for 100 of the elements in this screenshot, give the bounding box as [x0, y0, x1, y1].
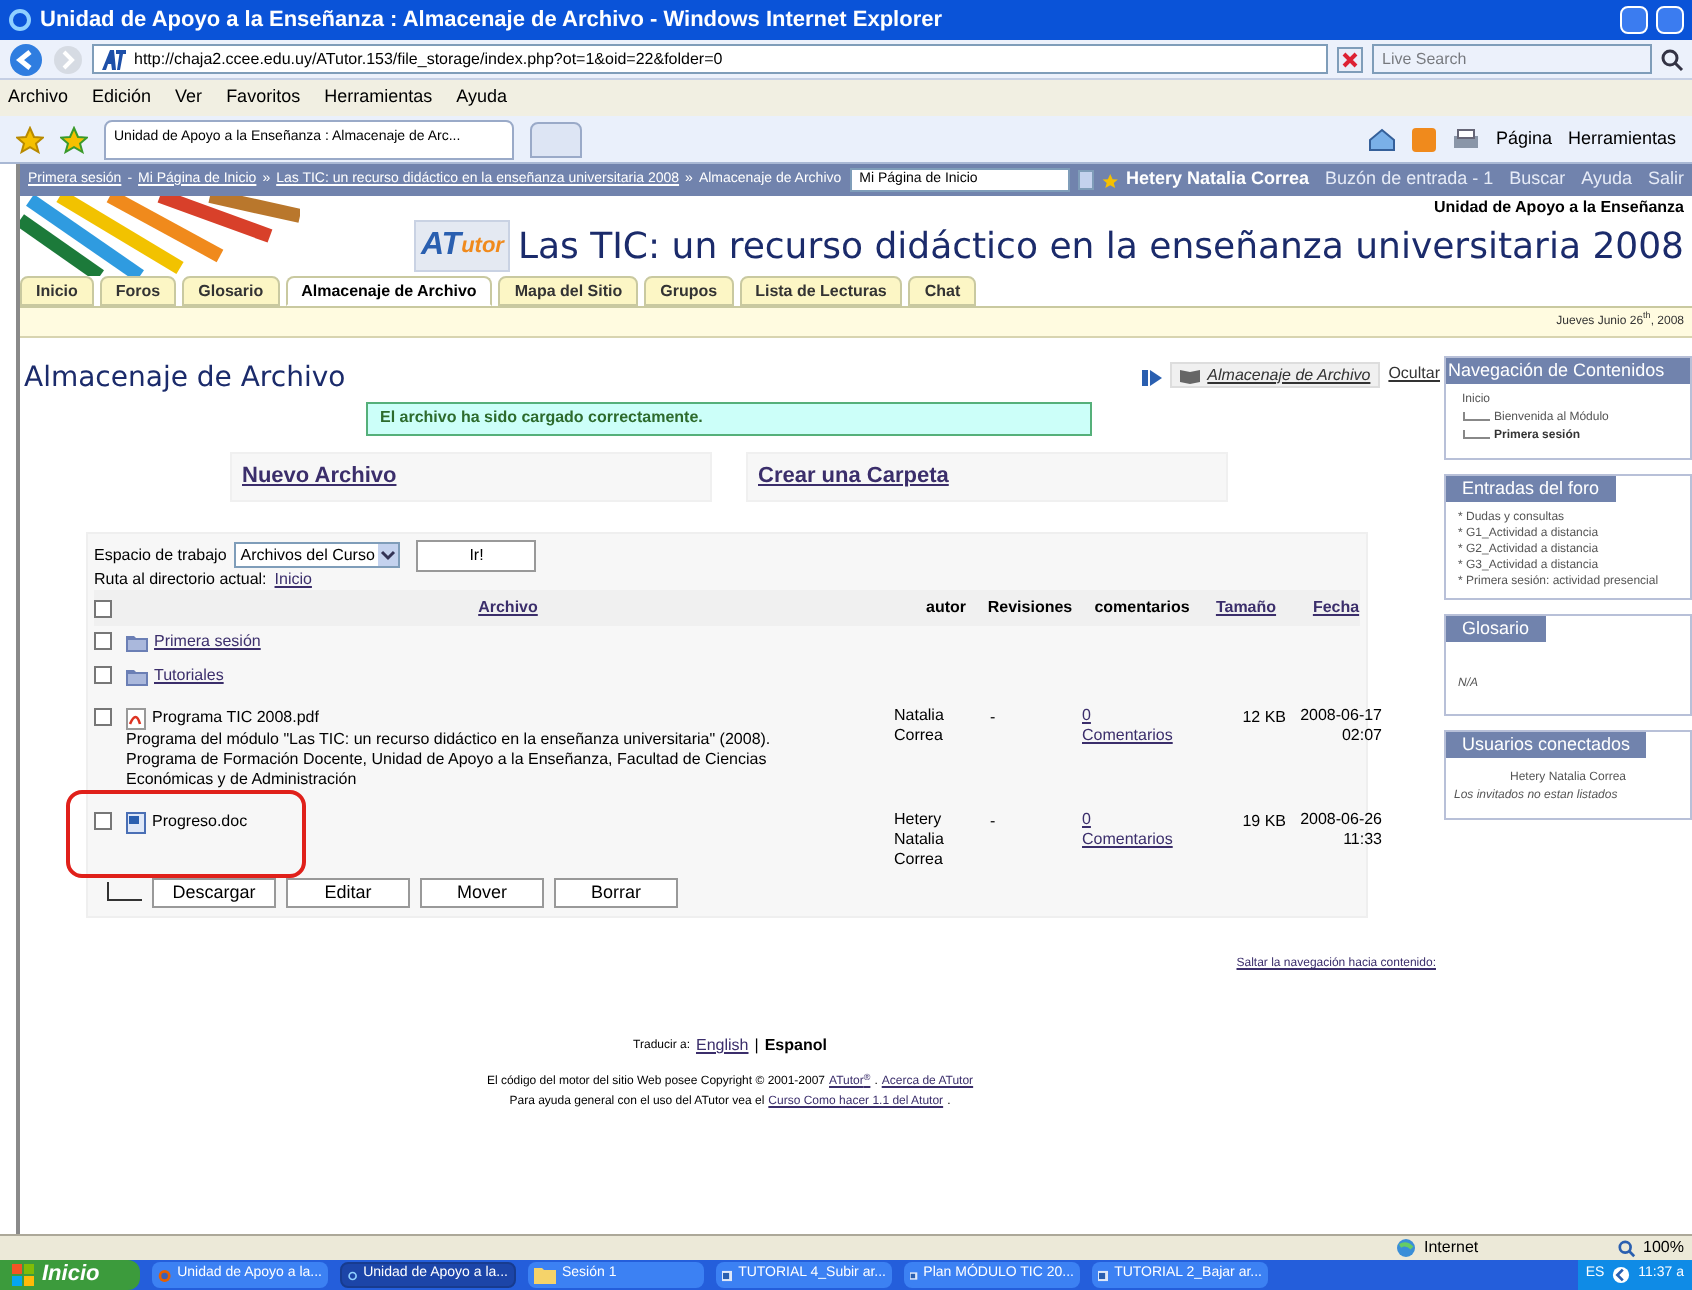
stop-icon: [1336, 45, 1364, 73]
column-sort-link[interactable]: Fecha: [1290, 596, 1382, 620]
nav-tab[interactable]: Foros: [99, 276, 177, 306]
forward-icon: [52, 43, 84, 75]
start-button[interactable]: Inicio: [0, 1260, 140, 1290]
printer-icon: [1451, 127, 1480, 151]
column-sort-link[interactable]: Archivo: [126, 596, 890, 620]
menu-item[interactable]: Edición: [92, 84, 152, 112]
file-name: Programa TIC 2008.pdf: [152, 706, 319, 730]
nav-tab[interactable]: Grupos: [644, 276, 734, 306]
windows-logo-icon: [12, 1264, 34, 1286]
language-link[interactable]: English: [696, 1034, 749, 1058]
row-checkbox[interactable]: [94, 812, 112, 830]
comments-link[interactable]: 0 Comentarios: [1082, 702, 1202, 746]
nav-tab[interactable]: Almacenaje de Archivo: [285, 276, 493, 306]
path-label: Ruta al directorio actual:: [94, 567, 267, 591]
folder-icon: [534, 1266, 556, 1284]
menu-item[interactable]: Ver: [175, 84, 203, 112]
path-link[interactable]: Inicio: [274, 567, 312, 591]
action-button[interactable]: Borrar: [554, 877, 678, 907]
tool-link[interactable]: Almacenaje de Archivo: [1207, 363, 1371, 387]
document-icon: [1098, 1265, 1109, 1285]
success-message: El archivo ha sido cargado correctamente.: [366, 401, 1092, 435]
back-icon: [8, 41, 44, 77]
row-checkbox[interactable]: [94, 708, 112, 726]
folder-link[interactable]: Primera sesión: [154, 630, 261, 654]
add-favorite-icon: [60, 125, 88, 153]
revisions-text: -: [988, 706, 998, 730]
toolbar-button[interactable]: Página: [1495, 125, 1552, 153]
tree-branch-icon: [1462, 430, 1490, 444]
action-button[interactable]: Mover: [420, 877, 544, 907]
user-name: Hetery Natalia Correa: [1126, 166, 1310, 193]
column-header: autor: [924, 596, 968, 620]
address-field[interactable]: http://chaja2.ccee.edu.uy/ATutor.153/file_storage/index.php?ot=1&oid=22&folder=0: [92, 44, 1328, 74]
institution-name: Unidad de Apoyo a la Enseñanza: [1433, 196, 1684, 220]
atutor-logo: ATutor: [414, 220, 510, 272]
size-text: 19 KB: [1240, 810, 1286, 834]
box-title: Entradas del foro: [1446, 476, 1616, 502]
column-header: comentarios: [1092, 596, 1192, 620]
pdf-file-icon: [126, 707, 146, 729]
nav-tab[interactable]: Mapa del Sitio: [498, 276, 639, 306]
menu-item[interactable]: Ayuda: [456, 84, 507, 112]
document-icon: [722, 1265, 733, 1285]
user-star-icon: [1101, 171, 1118, 189]
date-cell-text: 2008-06-17 02:07: [1298, 704, 1382, 746]
toolbar-button[interactable]: Herramientas: [1567, 125, 1676, 153]
expand-icon: [1141, 370, 1162, 386]
comments-link[interactable]: 0 Comentarios: [1082, 806, 1202, 850]
collapse-tray-icon: [1612, 1266, 1631, 1284]
row-checkbox[interactable]: [94, 666, 112, 684]
file-name: Progreso.doc: [152, 810, 248, 834]
globe-fox-icon: [158, 1265, 172, 1285]
book-icon: [1179, 367, 1200, 383]
date-cell-text: 2008-06-26 11:33: [1298, 808, 1382, 850]
box-title: Glosario: [1446, 616, 1546, 642]
language-separator: |: [754, 1034, 759, 1058]
tree-branch-icon: [1462, 412, 1490, 426]
column-header: Revisiones: [985, 596, 1075, 620]
menu-item[interactable]: Herramientas: [324, 84, 433, 112]
site-icon: [102, 49, 126, 69]
nav-tab[interactable]: Inicio: [20, 276, 94, 306]
zoom-level[interactable]: 100%: [1643, 1236, 1684, 1260]
menu-item[interactable]: Favoritos: [226, 84, 301, 112]
row-checkbox[interactable]: [94, 632, 112, 650]
search-field[interactable]: Live Search: [1372, 44, 1652, 74]
hide-link[interactable]: Ocultar: [1388, 362, 1440, 386]
author-text: Hetery Natalia Correa: [894, 810, 946, 870]
action-link[interactable]: Crear una Carpeta: [758, 459, 949, 493]
favorites-star-icon: [16, 125, 44, 153]
select-all-checkbox[interactable]: [94, 599, 112, 617]
page-heading: Almacenaje de Archivo: [24, 360, 348, 398]
zone-text: Internet: [1424, 1236, 1481, 1260]
workspace-select[interactable]: Archivos del Curso: [234, 542, 401, 568]
go-button[interactable]: Ir!: [416, 539, 537, 571]
nav-tab[interactable]: Chat: [908, 276, 977, 306]
course-title: Las TIC: un recurso didáctico en la enseñanza universitaria 2008: [517, 224, 1684, 272]
file-description: Programa del módulo "Las TIC: un recurso didáctico en la enseñanza universitaria" (2008). Programa de Formación Docente, Unidad de Apoyo a la Enseñanza, Facultad de Ciencias Económicas y de Administración: [126, 730, 773, 790]
address-text: http://chaja2.ccee.edu.uy/ATutor.153/file_storage/index.php?ot=1&oid=22&folder=0: [134, 47, 723, 71]
action-button[interactable]: Editar: [286, 877, 410, 907]
folder-icon: [126, 633, 148, 651]
author-text: Natalia Correa: [894, 706, 946, 746]
box-title: Navegación de Contenidos: [1446, 358, 1690, 384]
dropdown-arrow-icon: [378, 544, 399, 566]
size-text: 12 KB: [1240, 706, 1286, 730]
minimize-button[interactable]: [1620, 6, 1648, 34]
folder-icon: [126, 667, 148, 685]
maximize-button[interactable]: [1656, 6, 1684, 34]
window-title: Unidad de Apoyo a la Enseñanza : Almacenaje de Archivo - Windows Internet Explorer: [40, 5, 944, 36]
nav-tab[interactable]: Glosario: [182, 276, 280, 306]
menu-item[interactable]: Archivo: [8, 84, 69, 112]
action-button[interactable]: Descargar: [152, 877, 276, 907]
workspace-label: Espacio de trabajo: [94, 543, 227, 567]
column-sort-link[interactable]: Tamaño: [1206, 596, 1286, 620]
zoom-icon: [1617, 1239, 1636, 1257]
globe-icon: [1396, 1238, 1416, 1258]
folder-link[interactable]: Tutoriales: [154, 664, 224, 688]
box-title: Usuarios conectados: [1446, 732, 1647, 758]
feed-icon: [1411, 127, 1436, 151]
nav-tab[interactable]: Lista de Lecturas: [739, 276, 903, 306]
action-link[interactable]: Nuevo Archivo: [242, 459, 397, 493]
